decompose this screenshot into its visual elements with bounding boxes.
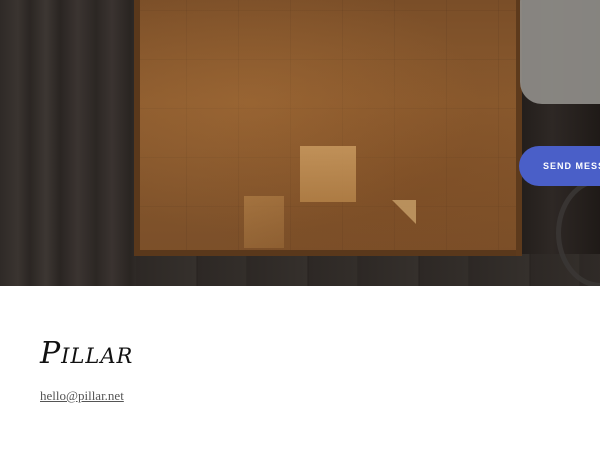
board-wear-mark <box>392 200 416 224</box>
wood-floor-bottom <box>136 254 600 286</box>
site-logo[interactable]: Pillar <box>40 336 133 371</box>
contact-form-card <box>520 0 600 104</box>
send-message-button[interactable]: SEND MESSA <box>519 146 600 186</box>
hero-image: SEND MESSA <box>0 0 600 286</box>
board-wear-mark <box>300 146 356 202</box>
cutting-board <box>134 0 522 256</box>
contact-email-link[interactable]: hello@pillar.net <box>40 388 124 404</box>
board-wear-mark <box>244 196 284 248</box>
